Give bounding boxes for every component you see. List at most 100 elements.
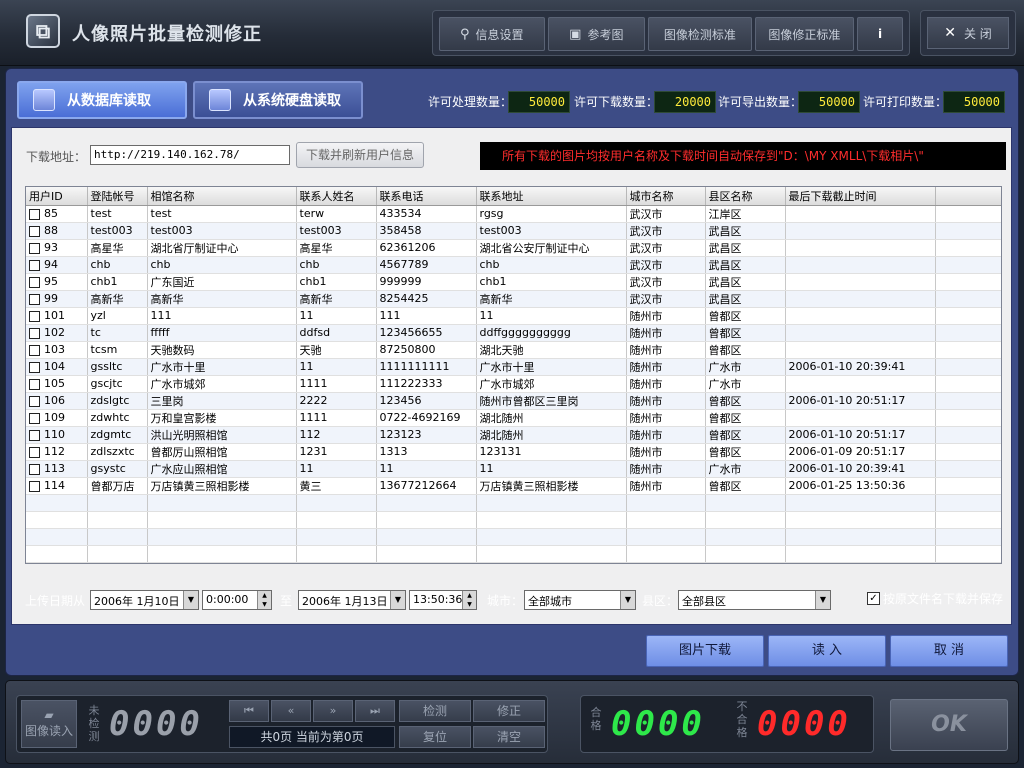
row-checkbox[interactable]	[29, 344, 40, 356]
row-checkbox[interactable]	[29, 327, 40, 339]
table-cell: terw	[296, 205, 377, 223]
column-header[interactable]: 县区名称	[705, 187, 786, 206]
table-cell: 随州市	[626, 341, 706, 359]
column-header[interactable]: 最后下载截止时间	[785, 187, 936, 206]
table-row[interactable]: 99 高新华 高新华 高新华 8254425 高新华 武汉市 武昌区	[26, 290, 1001, 308]
table-row[interactable]: 114 曾都万店 万店镇黄三照相影楼 黄三 13677212664 万店镇黄三照相影楼 随州…	[26, 477, 1001, 495]
column-header[interactable]: 城市名称	[626, 187, 706, 206]
chevron-down-icon[interactable]: ▼	[620, 591, 635, 609]
table-row[interactable]	[26, 528, 1001, 546]
table-row[interactable]: 93 高星华 湖北省厅制证中心 高星华 62361206 湖北省公安厅制证中心 武汉市 武昌区	[26, 239, 1001, 257]
keep-filename-checkbox[interactable]: ✓	[867, 592, 880, 605]
row-checkbox[interactable]	[29, 395, 40, 407]
table-cell: 2006-01-10 20:39:41	[785, 460, 936, 478]
reset-button[interactable]: 复位	[399, 726, 471, 748]
column-header[interactable]: 相馆名称	[147, 187, 297, 206]
read-from-disk-button[interactable]: 从系统硬盘读取	[193, 81, 363, 119]
row-checkbox[interactable]	[29, 293, 40, 305]
table-row[interactable]	[26, 511, 1001, 529]
table-row[interactable]: 105 gscjtc 广水市城郊 1111 111222333 广水市城郊 随州市 广水市	[26, 375, 1001, 393]
image-download-button[interactable]: 图片下载	[646, 635, 764, 667]
download-refresh-button[interactable]: 下载并刷新用户信息	[296, 142, 424, 168]
row-checkbox[interactable]	[29, 463, 40, 475]
table-row[interactable]: 101 yzl 111 11 111 11 随州市 曾都区	[26, 307, 1001, 325]
table-row[interactable]	[26, 545, 1001, 563]
table-row[interactable]	[26, 494, 1001, 512]
table-row[interactable]: 85 test test terw 433534 rgsg 武汉市 江岸区	[26, 205, 1001, 223]
table-row[interactable]: 95 chb1 广东国近 chb1 999999 chb1 武汉市 武昌区	[26, 273, 1001, 291]
column-header[interactable]: 联系地址	[476, 187, 627, 206]
row-checkbox[interactable]	[29, 412, 40, 424]
from-time-input[interactable]: 0:00:00 ▲ ▼	[202, 590, 272, 610]
table-row[interactable]: 104 gssltc 广水市十里 11 1111111111 广水市十里 随州市 广水市 200…	[26, 358, 1001, 376]
row-checkbox[interactable]	[29, 259, 40, 271]
table-cell: 曾都区	[705, 477, 786, 495]
clear-button[interactable]: 清空	[473, 726, 545, 748]
table-cell	[785, 256, 936, 274]
chevron-down-icon[interactable]: ▼	[183, 591, 198, 609]
read-button[interactable]: 读 入	[768, 635, 886, 667]
chevron-down-icon[interactable]: ▼	[390, 591, 405, 609]
table-row[interactable]: 102 tc fffff ddfsd 123456655 ddffgggggggggg 随州…	[26, 324, 1001, 342]
column-header[interactable]: 联系电话	[376, 187, 477, 206]
city-select[interactable]: 全部城市 ▼	[524, 590, 636, 610]
table-row[interactable]: 106 zdslgtc 三里岗 2222 123456 随州市曾都区三里岗 随州市 曾都区 20…	[26, 392, 1001, 410]
table-row[interactable]: 94 chb chb chb 4567789 chb 武汉市 武昌区	[26, 256, 1001, 274]
column-header[interactable]: 联系人姓名	[296, 187, 377, 206]
table-row[interactable]: 112 zdlszxtc 曾都厉山照相馆 1231 1313 123131 随州市 曾都区 20…	[26, 443, 1001, 461]
from-date-picker[interactable]: 2006年 1月10日 ▼	[90, 590, 199, 610]
fix-button[interactable]: 修正	[473, 700, 545, 722]
column-header[interactable]: 登陆帐号	[87, 187, 148, 206]
ok-button[interactable]: OK	[890, 699, 1008, 751]
next-page-button[interactable]: »	[313, 700, 353, 722]
info-settings-button[interactable]: ⚲ 信息设置	[439, 17, 545, 51]
to-time-input[interactable]: 13:50:36 ▲ ▼	[409, 590, 477, 610]
table-row[interactable]: 88 test003 test003 test003 358458 test003 武汉市武…	[26, 222, 1001, 240]
row-checkbox[interactable]	[29, 310, 40, 322]
fix-standard-button[interactable]: 图像修正标准	[754, 17, 855, 51]
first-page-button[interactable]: ⏮	[229, 700, 269, 722]
detect-button[interactable]: 检测	[399, 700, 471, 722]
row-checkbox[interactable]	[29, 446, 40, 458]
row-checkbox[interactable]	[29, 361, 40, 373]
row-checkbox[interactable]	[29, 378, 40, 390]
keep-filename-label: 按原文件名下载并保存	[883, 592, 1004, 606]
to-date-picker[interactable]: 2006年 1月13日 ▼	[298, 590, 406, 610]
prev-page-button[interactable]: «	[271, 700, 311, 722]
table-cell: test003	[87, 222, 148, 240]
table-cell: 123456	[376, 392, 477, 410]
process-limit-label: 许可处理数量：	[428, 95, 513, 109]
load-images-button[interactable]: ▰ 图像读入	[21, 700, 77, 748]
cancel-button[interactable]: 取 消	[890, 635, 1008, 667]
row-checkbox[interactable]	[29, 480, 40, 492]
download-url-input[interactable]: http://219.140.162.78/	[90, 145, 290, 165]
table-cell: 高星华	[87, 239, 148, 257]
close-button[interactable]: ✕ 关 闭	[927, 17, 1009, 49]
spinner-icon[interactable]: ▲ ▼	[462, 591, 476, 609]
county-select[interactable]: 全部县区 ▼	[678, 590, 831, 610]
read-from-database-button[interactable]: 从数据库读取	[17, 81, 187, 119]
table-cell-empty	[147, 494, 297, 512]
table-cell: 曾都区	[705, 409, 786, 427]
table-row[interactable]: 113 gsystc 广水应山照相馆 11 11 11 随州市 广水市 2006-01-10 2…	[26, 460, 1001, 478]
table-row[interactable]: 103 tcsm 天驰数码 天驰 87250800 湖北天驰 随州市 曾都区	[26, 341, 1001, 359]
detect-standard-button[interactable]: 图像检测标准	[648, 17, 752, 51]
row-checkbox[interactable]	[29, 429, 40, 441]
app-logo-icon: ⧉	[26, 14, 60, 48]
table-cell: chb1	[476, 273, 627, 291]
about-button[interactable]: i	[857, 17, 903, 51]
print-limit-value: 50000	[943, 91, 1005, 113]
spinner-icon[interactable]: ▲ ▼	[257, 591, 271, 609]
row-checkbox[interactable]	[29, 276, 40, 288]
row-checkbox[interactable]	[29, 242, 40, 254]
row-checkbox[interactable]	[29, 208, 40, 220]
last-page-button[interactable]: ⏭	[355, 700, 395, 722]
chevron-down-icon[interactable]: ▼	[815, 591, 830, 609]
user-table[interactable]: 用户ID 登陆帐号 相馆名称 联系人姓名 联系电话 联系地址 城市名称 县区名称 最后下载截止时…	[25, 186, 1002, 564]
row-checkbox[interactable]	[29, 225, 40, 237]
reference-button[interactable]: ▣ 参考图	[547, 17, 646, 51]
table-row[interactable]: 109 zdwhtc 万和皇宫影楼 1111 0722-4692169 湖北随州 随州市 曾都…	[26, 409, 1001, 427]
table-cell-text: 103	[44, 343, 65, 356]
table-row[interactable]: 110 zdgmtc 洪山光明照相馆 112 123123 湖北随州 随州市 曾都区 2006-…	[26, 426, 1001, 444]
column-header[interactable]: 用户ID	[26, 187, 88, 206]
